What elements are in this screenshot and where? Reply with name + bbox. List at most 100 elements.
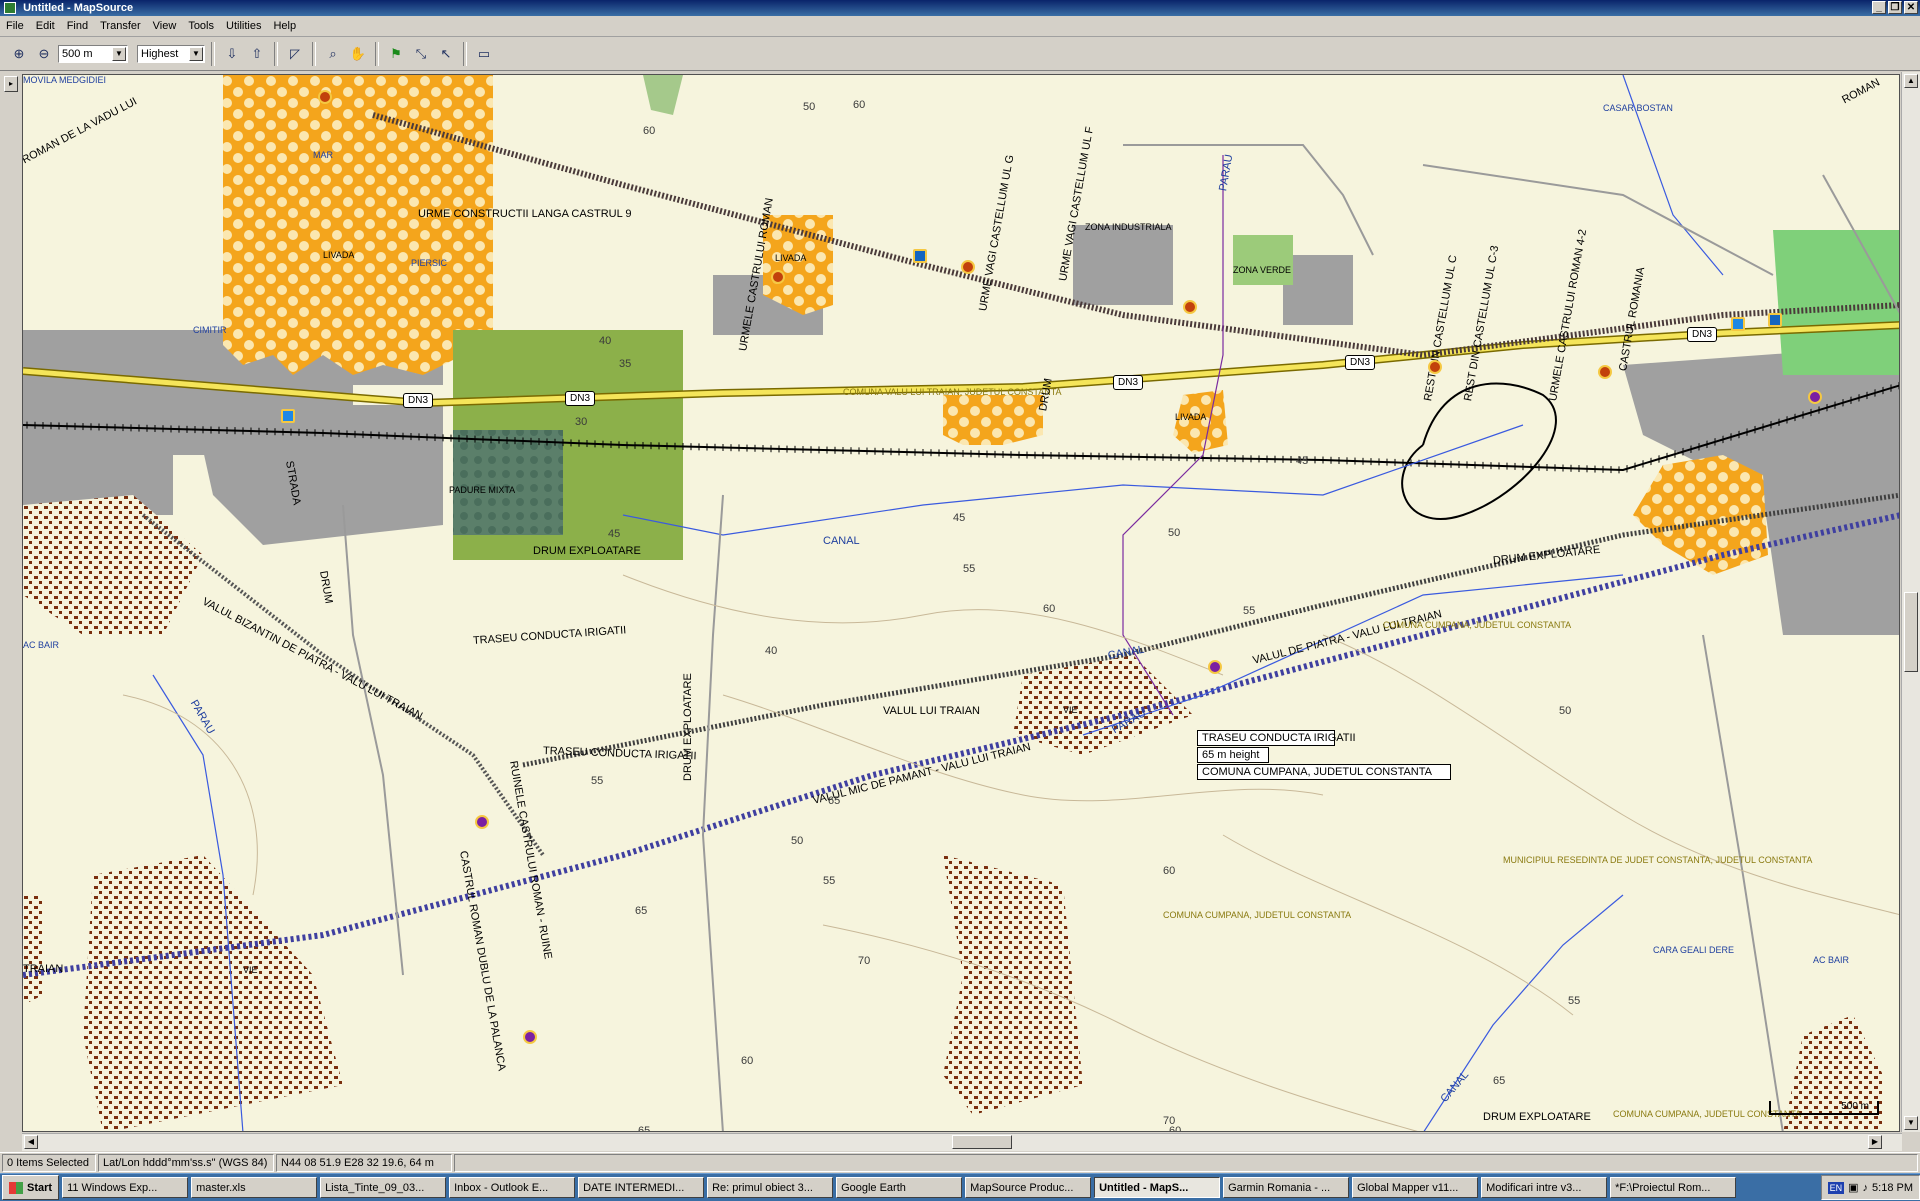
map-label[interactable]: COMUNA CUMPANA, JUDETUL CONSTANTA — [1383, 620, 1571, 630]
fuel-station-poi-icon[interactable] — [281, 409, 295, 423]
map-label[interactable]: LIVADA — [323, 250, 354, 260]
menu-utilities[interactable]: Utilities — [220, 20, 267, 32]
taskbar-item[interactable]: *F:\Proiectul Rom... — [1610, 1177, 1737, 1198]
taskbar-item[interactable]: DATE INTERMEDI... — [578, 1177, 705, 1198]
scroll-up-icon[interactable]: ▲ — [1904, 74, 1918, 88]
menu-view[interactable]: View — [147, 20, 183, 32]
map-label[interactable]: VALUL LUI TRAIAN — [883, 705, 980, 717]
taskbar-item[interactable]: Google Earth — [836, 1177, 963, 1198]
map-label[interactable]: AC BAIR — [23, 640, 59, 650]
menu-edit[interactable]: Edit — [30, 20, 61, 32]
map-label[interactable]: CANAL — [823, 535, 860, 547]
road-shield[interactable]: DN3 — [1113, 375, 1144, 390]
taskbar-item[interactable]: Modificari intre v3... — [1481, 1177, 1608, 1198]
menu-help[interactable]: Help — [267, 20, 302, 32]
road-shield[interactable]: DN3 — [403, 393, 434, 408]
detail-select[interactable]: Highest ▼ — [137, 44, 205, 63]
taskbar-item[interactable]: Re: primul obiect 3... — [707, 1177, 834, 1198]
map-label[interactable]: CIMITIR — [193, 325, 227, 335]
map-label[interactable]: ZONA INDUSTRIALA — [1085, 222, 1172, 232]
map-label[interactable]: URME CONSTRUCTII LANGA CASTRUL 9 — [418, 208, 632, 220]
waypoint-tool-icon[interactable]: ⚑ — [385, 43, 407, 65]
castle-poi-icon[interactable] — [1208, 660, 1222, 674]
road-shield[interactable]: DN3 — [1345, 355, 1376, 370]
route-tool-icon[interactable]: ⤡ — [410, 43, 432, 65]
taskbar-item[interactable]: Global Mapper v11... — [1352, 1177, 1479, 1198]
vertical-scrollbar[interactable]: ▲ ▼ — [1901, 72, 1920, 1132]
ruin-poi-icon[interactable] — [961, 260, 975, 274]
minimize-button[interactable]: _ — [1872, 1, 1886, 14]
map-label[interactable]: CARA GEALI DERE — [1653, 945, 1734, 955]
map-label[interactable]: LIVADA — [775, 253, 806, 263]
map-label[interactable]: COMUNA CUMPANA, JUDETUL CONSTANTA — [1163, 910, 1351, 920]
castle-poi-icon[interactable] — [475, 815, 489, 829]
distance-tool-icon[interactable]: ▭ — [473, 43, 495, 65]
taskbar-item[interactable]: Inbox - Outlook E... — [449, 1177, 576, 1198]
taskbar-item[interactable]: Lista_Tinte_09_03... — [320, 1177, 447, 1198]
ruin-poi-icon[interactable] — [318, 90, 332, 104]
zoom-tool-icon[interactable]: ⌕ — [322, 43, 344, 65]
taskbar-item[interactable]: Garmin Romania - ... — [1223, 1177, 1350, 1198]
menu-file[interactable]: File — [0, 20, 30, 32]
zoom-in-icon[interactable]: ⊕ — [8, 43, 30, 65]
road-shield[interactable]: DN3 — [565, 391, 596, 406]
map-view[interactable]: DN3 DN3 DN3 DN3 DN3 VALUL LUI TRAIAN LIV… — [22, 74, 1900, 1132]
scroll-left-icon[interactable]: ◀ — [24, 1135, 38, 1149]
vertical-scroll-thumb[interactable] — [1904, 592, 1918, 672]
map-label[interactable]: ZONA VERDE — [1233, 265, 1291, 275]
volume-icon[interactable]: ♪ — [1863, 1182, 1869, 1194]
menu-tools[interactable]: Tools — [182, 20, 220, 32]
scroll-down-icon[interactable]: ▼ — [1904, 1116, 1918, 1130]
map-label[interactable]: PIERSIC — [411, 258, 447, 268]
horizontal-scrollbar[interactable]: ◀ ▶ — [22, 1133, 1902, 1151]
taskbar-item[interactable]: 11 Windows Exp... — [62, 1177, 189, 1198]
menu-transfer[interactable]: Transfer — [94, 20, 147, 32]
language-indicator[interactable]: EN — [1827, 1181, 1845, 1194]
map-label[interactable]: DRUM EXPLOATARE — [1483, 1111, 1591, 1123]
map-tool-icon[interactable]: ◸ — [284, 43, 306, 65]
zoom-level-select[interactable]: 500 m ▼ — [58, 44, 128, 63]
map-label[interactable]: MOVILA MEDGIDIEI — [23, 75, 106, 85]
map-label[interactable]: DRUM EXPLOATARE — [682, 673, 694, 781]
selection-tool-icon[interactable]: ↖ — [435, 43, 457, 65]
horizontal-scroll-thumb[interactable] — [952, 1135, 1012, 1149]
map-label[interactable]: TRAIAN — [23, 963, 63, 975]
ruin-poi-icon[interactable] — [1428, 360, 1442, 374]
ruin-poi-icon[interactable] — [1183, 300, 1197, 314]
restore-button[interactable]: ❐ — [1888, 1, 1902, 14]
start-button[interactable]: Start — [2, 1175, 60, 1200]
map-label[interactable]: LIVADA — [1175, 412, 1206, 422]
bus-poi-icon[interactable] — [1768, 313, 1782, 327]
scroll-right-icon[interactable]: ▶ — [1868, 1135, 1882, 1149]
castle-poi-icon[interactable] — [523, 1030, 537, 1044]
map-label[interactable]: MAR — [313, 150, 333, 160]
camera-poi-icon[interactable] — [913, 249, 927, 263]
map-label[interactable]: COMUNA VALU LUI TRAIAN, JUDETUL CONSTANT… — [843, 387, 1062, 397]
map-label[interactable]: MUNICIPIUL RESEDINTA DE JUDET CONSTANTA,… — [1503, 855, 1812, 865]
contour-label: 50 — [791, 835, 804, 847]
menu-find[interactable]: Find — [61, 20, 94, 32]
taskbar-item[interactable]: master.xls — [191, 1177, 318, 1198]
taskbar-item-active[interactable]: Untitled - MapS... — [1094, 1177, 1221, 1198]
castle-poi-icon[interactable] — [1808, 390, 1822, 404]
zoom-out-icon[interactable]: ⊖ — [33, 43, 55, 65]
close-button[interactable]: ✕ — [1904, 1, 1918, 14]
map-label[interactable]: DRUM EXPLOATARE — [533, 545, 641, 557]
map-label[interactable]: AC BAIR — [1813, 955, 1849, 965]
map-label[interactable]: CASAR BOSTAN — [1603, 103, 1673, 113]
toolbar: ⊕ ⊖ 500 m ▼ Highest ▼ ⇩ ⇧ ◸ ⌕ ✋ ⚑ ⤡ ↖ ▭ — [0, 37, 1920, 71]
clock[interactable]: 5:18 PM — [1872, 1182, 1913, 1194]
expand-panel-icon[interactable]: ▸ — [4, 76, 18, 92]
send-to-device-icon[interactable]: ⇧ — [246, 43, 268, 65]
road-shield[interactable]: DN3 — [1687, 327, 1718, 342]
network-icon[interactable]: ▣ — [1848, 1181, 1858, 1194]
fuel-station-poi-icon[interactable] — [1731, 317, 1745, 331]
map-label[interactable]: VIE — [1063, 705, 1078, 715]
ruin-poi-icon[interactable] — [1598, 365, 1612, 379]
hand-tool-icon[interactable]: ✋ — [347, 43, 369, 65]
receive-from-device-icon[interactable]: ⇩ — [221, 43, 243, 65]
ruin-poi-icon[interactable] — [771, 270, 785, 284]
taskbar-item[interactable]: MapSource Produc... — [965, 1177, 1092, 1198]
map-label[interactable]: VIE — [243, 965, 258, 975]
map-label[interactable]: PADURE MIXTA — [449, 485, 515, 495]
